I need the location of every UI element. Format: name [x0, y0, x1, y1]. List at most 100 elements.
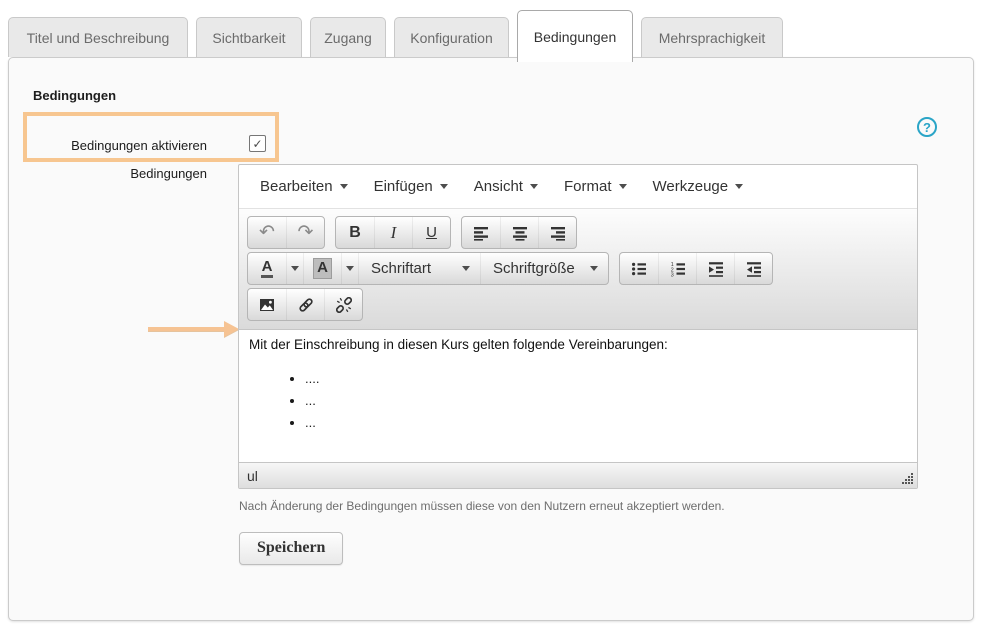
- list-item: ...: [305, 390, 907, 412]
- settings-panel: Bedingungen ? Bedingungen aktivieren ✓ B…: [8, 57, 974, 621]
- bold-button[interactable]: B: [336, 217, 374, 248]
- section-heading: Bedingungen: [33, 88, 116, 103]
- redo-button[interactable]: ↷: [286, 217, 324, 248]
- image-icon: [259, 297, 275, 313]
- align-center-button[interactable]: [500, 217, 538, 248]
- editor-menubar: Bearbeiten Einfügen Ansicht Format Werkz…: [239, 165, 917, 208]
- activate-checkbox-label: Bedingungen aktivieren: [29, 138, 207, 153]
- caret-down-icon: [735, 184, 743, 189]
- text-color-button[interactable]: A: [248, 253, 286, 284]
- caret-down-icon: [291, 266, 299, 271]
- font-size-select[interactable]: Schriftgröße: [480, 253, 608, 284]
- insert-link-button[interactable]: [286, 289, 324, 320]
- indent-icon: [708, 261, 724, 277]
- tab-sichtbarkeit[interactable]: Sichtbarkeit: [196, 17, 302, 57]
- font-group: A A Schriftart Schriftgröße: [247, 252, 609, 285]
- annotation-arrow-icon: [224, 321, 239, 337]
- indent-button[interactable]: [696, 253, 734, 284]
- align-left-icon: [473, 225, 489, 241]
- tab-mehrsprachigkeit[interactable]: Mehrsprachigkeit: [641, 17, 783, 57]
- menu-werkzeuge[interactable]: Werkzeuge: [640, 165, 757, 208]
- tab-zugang[interactable]: Zugang: [310, 17, 386, 57]
- caret-down-icon: [619, 184, 627, 189]
- help-icon[interactable]: ?: [917, 117, 937, 137]
- tab-label: Konfiguration: [410, 30, 493, 46]
- align-left-button[interactable]: [462, 217, 500, 248]
- insert-group: [247, 288, 363, 321]
- format-group: B I U: [335, 216, 451, 249]
- checkmark-icon: ✓: [252, 137, 262, 151]
- help-note: Nach Änderung der Bedingungen müssen die…: [239, 499, 725, 513]
- font-size-value: Schriftgröße: [493, 260, 575, 277]
- background-color-button[interactable]: A: [303, 253, 341, 284]
- italic-icon: I: [391, 223, 397, 243]
- text-color-dropdown[interactable]: [286, 253, 303, 284]
- caret-down-icon: [590, 266, 598, 271]
- menu-label: Format: [564, 178, 612, 195]
- tab-label: Mehrsprachigkeit: [659, 30, 766, 46]
- tab-label: Sichtbarkeit: [212, 30, 285, 46]
- insert-image-button[interactable]: [248, 289, 286, 320]
- underline-button[interactable]: U: [412, 217, 450, 248]
- remove-link-button[interactable]: [324, 289, 362, 320]
- highlight-annotation-box: [23, 112, 279, 162]
- menu-label: Ansicht: [474, 178, 523, 195]
- element-path[interactable]: ul: [239, 468, 258, 484]
- italic-button[interactable]: I: [374, 217, 412, 248]
- editor-content-area[interactable]: Mit der Einschreibung in diesen Kurs gel…: [239, 330, 917, 462]
- caret-down-icon: [440, 184, 448, 189]
- menu-format[interactable]: Format: [551, 165, 640, 208]
- outdent-icon: [746, 261, 762, 277]
- text-color-icon: A: [261, 259, 274, 279]
- font-family-value: Schriftart: [371, 260, 431, 277]
- toolbar-row-1: ↶ ↷ B I U: [247, 216, 909, 249]
- align-center-icon: [512, 225, 528, 241]
- undo-button[interactable]: ↶: [248, 217, 286, 248]
- undo-icon: ↶: [259, 223, 275, 242]
- unlink-icon: [336, 297, 352, 313]
- page: Titel und Beschreibung Sichtbarkeit Zuga…: [0, 0, 988, 636]
- tab-titel-und-beschreibung[interactable]: Titel und Beschreibung: [8, 17, 188, 57]
- save-button[interactable]: Speichern: [239, 532, 343, 565]
- toolbar-row-2: A A Schriftart Schriftgröße 123: [247, 252, 909, 285]
- font-family-select[interactable]: Schriftart: [358, 253, 480, 284]
- redo-icon: ↷: [298, 223, 314, 242]
- list-item: ...: [305, 412, 907, 434]
- numbered-list-icon: 123: [670, 261, 686, 277]
- underline-icon: U: [426, 224, 437, 241]
- align-right-button[interactable]: [538, 217, 576, 248]
- menu-ansicht[interactable]: Ansicht: [461, 165, 551, 208]
- tab-bedingungen[interactable]: Bedingungen: [517, 10, 633, 62]
- tab-label: Bedingungen: [534, 29, 617, 45]
- resize-grip-icon[interactable]: [902, 473, 914, 485]
- editor-toolbar: ↶ ↷ B I U: [239, 208, 917, 330]
- activate-checkbox[interactable]: ✓: [249, 135, 266, 152]
- editor-bullet-list: .... ... ...: [249, 368, 907, 434]
- align-group: [461, 216, 577, 249]
- align-right-icon: [550, 225, 566, 241]
- link-icon: [298, 297, 314, 313]
- editor-intro-text: Mit der Einschreibung in diesen Kurs gel…: [249, 337, 907, 352]
- bold-icon: B: [349, 224, 361, 242]
- bullet-list-button[interactable]: [620, 253, 658, 284]
- menu-bearbeiten[interactable]: Bearbeiten: [247, 165, 361, 208]
- help-glyph: ?: [923, 120, 931, 135]
- menu-label: Einfügen: [374, 178, 433, 195]
- tab-konfiguration[interactable]: Konfiguration: [394, 17, 509, 57]
- menu-einfuegen[interactable]: Einfügen: [361, 165, 461, 208]
- caret-down-icon: [530, 184, 538, 189]
- tab-label: Zugang: [324, 30, 371, 46]
- list-item: ....: [305, 368, 907, 390]
- annotation-arrow-line: [148, 327, 226, 331]
- menu-label: Werkzeuge: [653, 178, 729, 195]
- editor-field-label: Bedingungen: [29, 166, 207, 181]
- toolbar-row-3: [247, 288, 909, 321]
- numbered-list-button[interactable]: 123: [658, 253, 696, 284]
- background-color-dropdown[interactable]: [341, 253, 358, 284]
- outdent-button[interactable]: [734, 253, 772, 284]
- svg-text:3: 3: [670, 272, 673, 276]
- menu-label: Bearbeiten: [260, 178, 333, 195]
- caret-down-icon: [346, 266, 354, 271]
- history-group: ↶ ↷: [247, 216, 325, 249]
- bullet-list-icon: [631, 261, 647, 277]
